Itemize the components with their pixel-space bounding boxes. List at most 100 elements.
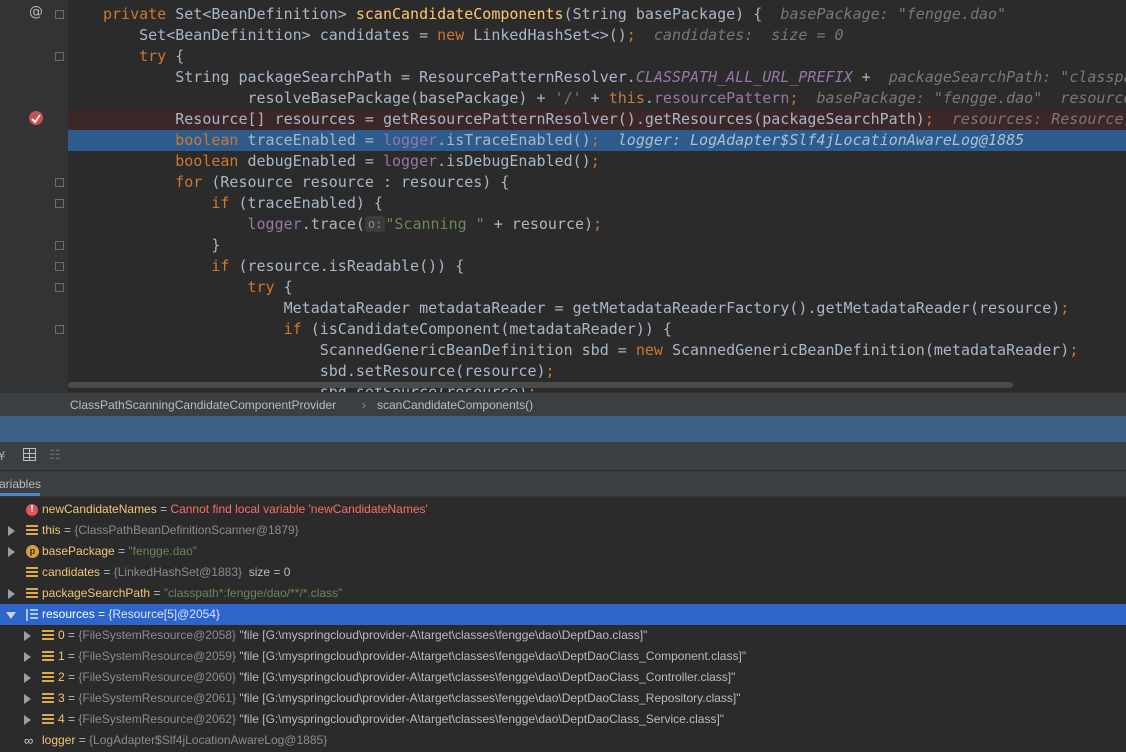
variable-type: {FileSystemResource@2060} <box>78 670 240 684</box>
fold-marker-icon[interactable] <box>55 10 64 19</box>
code-token: logger <box>247 215 302 233</box>
breakpoint-check-icon[interactable] <box>29 111 43 125</box>
field-icon <box>26 525 38 537</box>
variable-row[interactable]: ! newCandidateNames = Cannot find local v… <box>0 499 1126 520</box>
parameter-icon: p <box>26 545 39 558</box>
fold-marker-icon[interactable] <box>55 241 64 250</box>
code-token: LinkedHashSet<>() <box>473 26 627 44</box>
code-line[interactable]: } <box>68 235 1126 256</box>
equals-sign: = <box>60 523 75 537</box>
code-line[interactable]: if (isCandidateComponent(metadataReader)… <box>68 319 1126 340</box>
variable-value: "file [G:\myspringcloud\provider-A\targe… <box>239 691 741 705</box>
table-view-icon[interactable] <box>23 448 36 461</box>
tab-variables[interactable]: ariables <box>0 477 41 491</box>
variable-name: 1 <box>58 649 65 663</box>
code-line[interactable]: boolean debugEnabled = logger.isDebugEna… <box>68 151 1126 172</box>
equals-sign: = <box>64 628 79 642</box>
code-line[interactable]: if (resource.isReadable()) { <box>68 256 1126 277</box>
fold-marker-icon[interactable] <box>55 178 64 187</box>
variable-name: 2 <box>58 670 65 684</box>
variable-row[interactable]: 0 = {FileSystemResource@2058} "file [G:\… <box>0 625 1126 646</box>
variables-tree[interactable]: ! newCandidateNames = Cannot find local v… <box>0 497 1126 752</box>
code-token: (isCandidateComponent(metadataReader)) { <box>310 320 672 338</box>
expand-arrow-icon[interactable] <box>24 631 31 641</box>
code-line[interactable]: for (Resource resource : resources) { <box>68 172 1126 193</box>
code-token: try <box>103 47 176 65</box>
array-icon <box>26 609 38 621</box>
code-line[interactable]: resolveBasePackage(basePackage) + '/' + … <box>68 88 1126 109</box>
code-line[interactable]: private Set<BeanDefinition> scanCandidat… <box>68 4 1126 25</box>
field-icon <box>26 588 38 600</box>
code-token: if <box>283 320 311 338</box>
editor-gutter[interactable]: @ <box>0 0 68 392</box>
code-token: '/' <box>554 89 582 107</box>
breadcrumb: ClassPathScanningCandidateComponentProvi… <box>0 392 1126 417</box>
code-token: private <box>103 5 176 23</box>
variable-row[interactable]: 4 = {FileSystemResource@2062} "file [G:\… <box>0 709 1126 730</box>
expand-arrow-icon[interactable] <box>24 694 31 704</box>
expand-arrow-icon[interactable] <box>8 547 15 557</box>
equals-sign: = <box>64 670 79 684</box>
expand-arrow-icon[interactable] <box>8 589 15 599</box>
code-token: Set<BeanDefinition> candidates = <box>103 26 438 44</box>
code-line[interactable]: boolean traceEnabled = logger.isTraceEna… <box>68 130 1126 151</box>
code-token: ; <box>545 362 555 380</box>
variable-row[interactable]: packageSearchPath = "classpath*:fengge/d… <box>0 583 1126 604</box>
variable-row[interactable]: candidates = {LinkedHashSet@1883} size =… <box>0 562 1126 583</box>
code-token: ; <box>626 26 636 44</box>
fold-marker-icon[interactable] <box>55 283 64 292</box>
code-token: .isTraceEnabled() <box>437 131 591 149</box>
variable-row[interactable]: 2 = {FileSystemResource@2060} "file [G:\… <box>0 667 1126 688</box>
code-token: sbd.setResource(resource) <box>103 362 546 380</box>
code-line[interactable]: Set<BeanDefinition> candidates = new Lin… <box>68 25 1126 46</box>
fold-marker-icon[interactable] <box>55 199 64 208</box>
code-line[interactable]: try { <box>68 277 1126 298</box>
fold-marker-icon[interactable] <box>55 262 64 271</box>
code-line[interactable]: String packageSearchPath = ResourcePatte… <box>68 67 1126 88</box>
variable-row[interactable]: resources = {Resource[5]@2054} <box>0 604 1126 625</box>
expand-arrow-icon[interactable] <box>24 673 31 683</box>
code-token: MetadataReader metadataReader = getMetad… <box>103 299 1061 317</box>
variable-row[interactable]: p basePackage = "fengge.dao" <box>0 541 1126 562</box>
override-icon[interactable]: @ <box>29 4 43 20</box>
code-line[interactable]: sbd.setResource(resource); <box>68 361 1126 382</box>
variable-row[interactable]: 3 = {FileSystemResource@2061} "file [G:\… <box>0 688 1126 709</box>
variable-value: "fengge.dao" <box>128 544 197 558</box>
code-token: . <box>644 89 654 107</box>
inline-debug-value: basePackage: "fengge.dao" resourcePatter… <box>816 89 1126 107</box>
breadcrumb-class[interactable]: ClassPathScanningCandidateComponentProvi… <box>70 393 336 417</box>
code-line[interactable]: logger.trace(o: "Scanning " + resource); <box>68 214 1126 235</box>
variable-text: this = {ClassPathBeanDefinitionScanner@1… <box>42 520 299 541</box>
variable-name: this <box>42 523 61 537</box>
variable-type: {ClassPathBeanDefinitionScanner@1879} <box>74 523 299 537</box>
code-token: if <box>211 194 239 212</box>
fold-marker-icon[interactable] <box>55 52 64 61</box>
horizontal-scrollbar[interactable] <box>68 382 1013 388</box>
expand-arrow-icon[interactable] <box>24 652 31 662</box>
code-editor[interactable]: @ private Set<BeanDefinition> scanCandid… <box>0 0 1126 392</box>
inline-debug-value: logger: LogAdapter$Slf4jLocationAwareLog… <box>599 131 1025 149</box>
code-line[interactable]: Resource[] resources = getResourcePatter… <box>68 109 1126 130</box>
expand-arrow-icon[interactable] <box>8 526 15 536</box>
variable-text: resources = {Resource[5]@2054} <box>42 604 220 625</box>
code-line[interactable]: MetadataReader metadataReader = getMetad… <box>68 298 1126 319</box>
variable-row[interactable]: ∞ logger = {LogAdapter$Slf4jLocationAware… <box>0 730 1126 751</box>
variable-name: candidates <box>42 565 101 579</box>
filter-icon[interactable]: ¥ <box>0 449 5 463</box>
fold-marker-icon[interactable] <box>55 325 64 334</box>
field-icon <box>42 672 54 684</box>
code-line[interactable]: ScannedGenericBeanDefinition sbd = new S… <box>68 340 1126 361</box>
variable-row[interactable]: 1 = {FileSystemResource@2059} "file [G:\… <box>0 646 1126 667</box>
code-line[interactable]: try { <box>68 46 1126 67</box>
collapse-arrow-icon[interactable] <box>6 612 16 619</box>
layout-settings-icon[interactable]: ☷ <box>49 448 61 463</box>
variable-row[interactable]: this = {ClassPathBeanDefinitionScanner@1… <box>0 520 1126 541</box>
expand-arrow-icon[interactable] <box>24 715 31 725</box>
code-token: logger <box>382 131 438 149</box>
breadcrumb-method[interactable]: scanCandidateComponents() <box>377 393 533 417</box>
code-token: (resource.isReadable()) { <box>238 257 465 275</box>
code-line[interactable]: if (traceEnabled) { <box>68 193 1126 214</box>
variable-type: {Resource[5]@2054} <box>108 607 220 621</box>
